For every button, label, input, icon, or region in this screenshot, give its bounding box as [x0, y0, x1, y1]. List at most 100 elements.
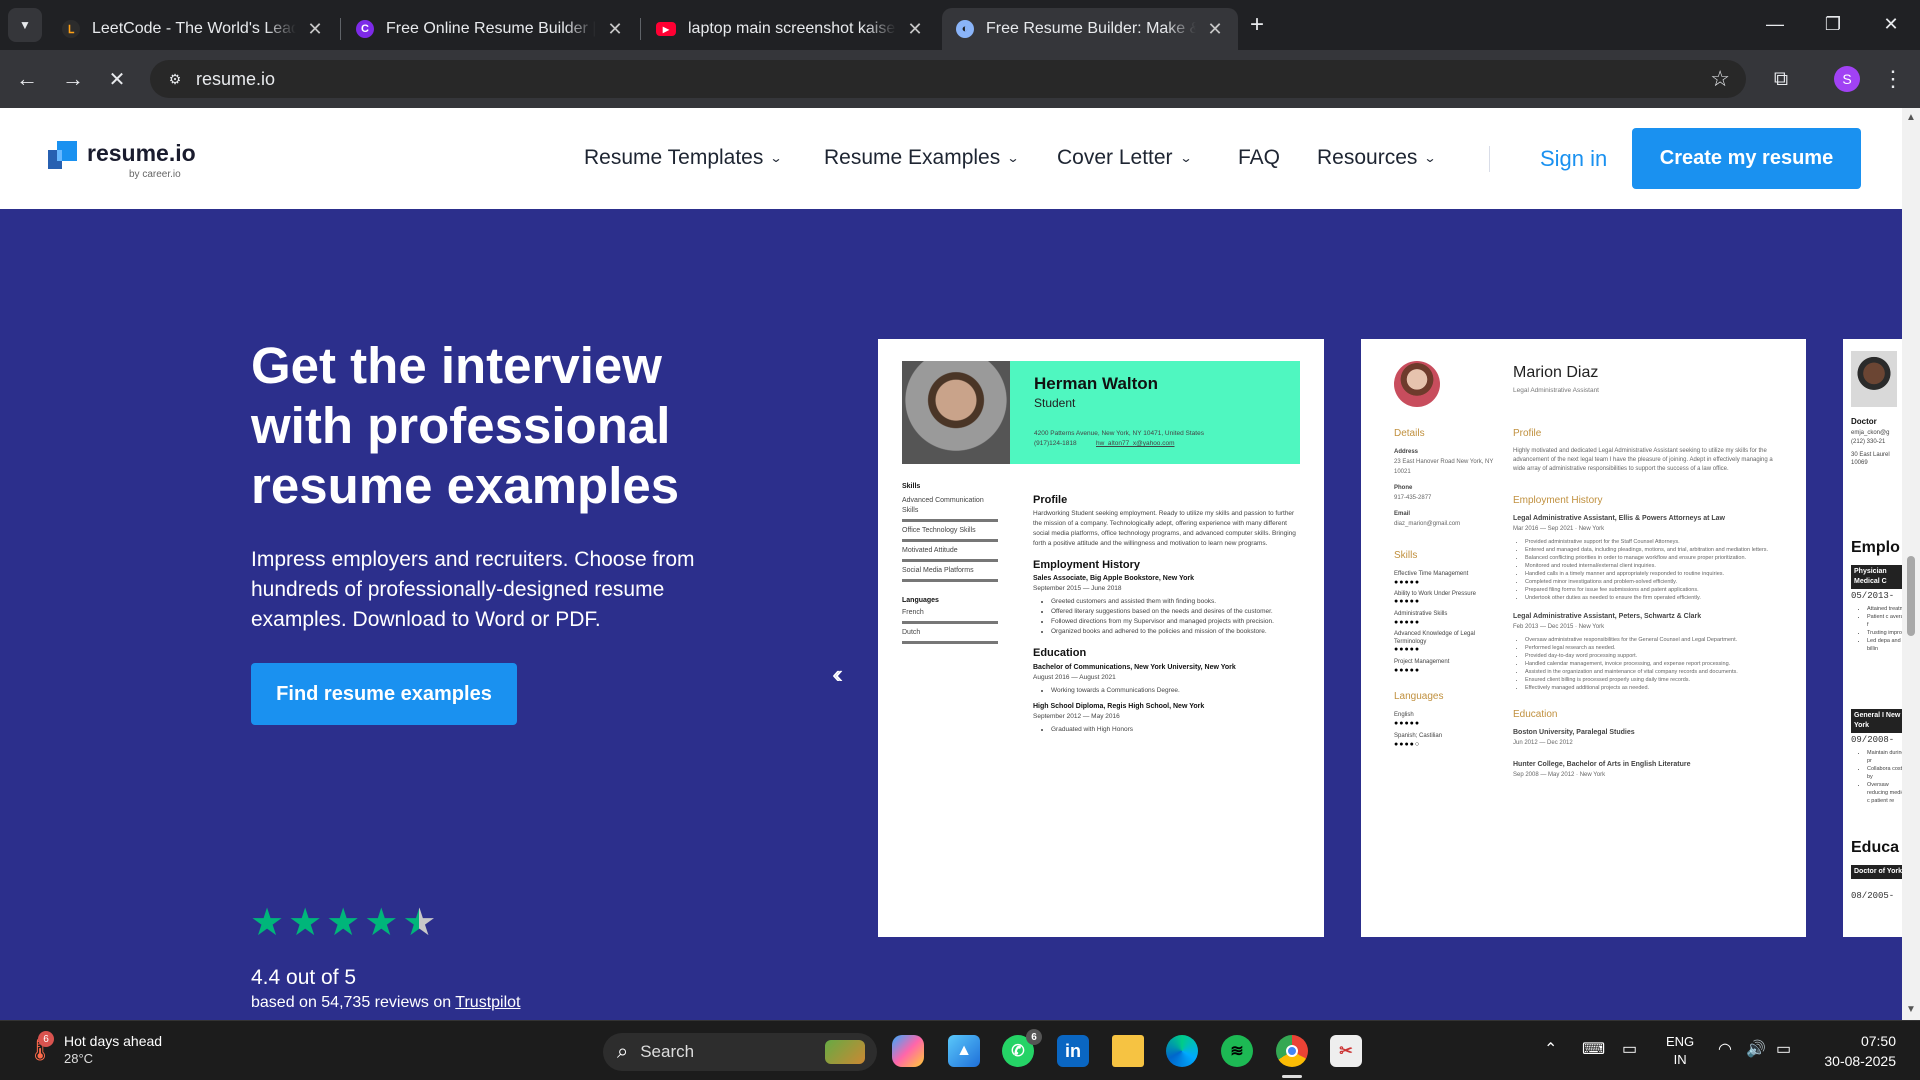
- bullet-item: Ensured client billing is processed prop…: [1525, 676, 1783, 684]
- bullet-item: Entered and managed data, including plea…: [1525, 546, 1783, 554]
- star-icon: ★: [288, 902, 323, 944]
- nav-cover-letter[interactable]: Cover Letter ⌄: [1057, 146, 1192, 170]
- sign-in-link[interactable]: Sign in: [1540, 146, 1607, 172]
- close-window-button[interactable]: ✕: [1862, 0, 1920, 48]
- copilot-icon[interactable]: [892, 1035, 924, 1067]
- tab-youtube[interactable]: ▶ laptop main screenshot kaise le ✕: [642, 8, 938, 50]
- taskbar-search-box[interactable]: ⌕ Search: [603, 1033, 877, 1071]
- skill-level-dots: ●●●●●: [1394, 667, 1421, 674]
- resume-card-marion-diaz[interactable]: Marion Diaz Legal Administrative Assista…: [1361, 339, 1806, 937]
- address-bar[interactable]: ⚙ resume.io ☆: [150, 60, 1746, 98]
- linkedin-icon[interactable]: in: [1057, 1035, 1089, 1067]
- bookmark-star-icon[interactable]: ☆: [1710, 66, 1730, 92]
- volume-icon[interactable]: 🔊: [1746, 1039, 1766, 1059]
- job-title: Legal Administrative Assistant, Ellis & …: [1513, 515, 1726, 522]
- close-icon[interactable]: ✕: [306, 19, 324, 40]
- nav-resume-examples[interactable]: Resume Examples ⌄: [824, 146, 1020, 170]
- close-icon[interactable]: ✕: [1206, 19, 1224, 40]
- skill-item: Ability to Work Under Pressure: [1394, 591, 1476, 597]
- job-location: New York: [1578, 624, 1605, 630]
- tab-resume-builder[interactable]: C Free Online Resume Builder | Ea ✕: [342, 8, 638, 50]
- bullet-item: Led depa and billin: [1867, 637, 1902, 653]
- webpage: resume.io by career.io Resume Templates ⌄…: [0, 108, 1902, 1020]
- nav-resume-templates[interactable]: Resume Templates ⌄: [584, 146, 783, 170]
- back-button[interactable]: ←: [10, 62, 44, 96]
- show-hidden-icons-icon[interactable]: ⌃: [1544, 1039, 1557, 1059]
- resume-email: hw_alton77_x@yahoo.com: [1096, 440, 1175, 447]
- site-info-icon[interactable]: ⚙: [164, 68, 186, 90]
- resume-card-herman-walton[interactable]: Herman Walton Student 4200 Patterns Aven…: [878, 339, 1324, 937]
- menu-icon[interactable]: ⋮: [1876, 62, 1910, 96]
- nav-resources[interactable]: Resources ⌄: [1317, 146, 1437, 170]
- photos-icon[interactable]: ▲: [948, 1035, 980, 1067]
- forward-button[interactable]: →: [56, 62, 90, 96]
- bullet-item: Collabora costs by: [1867, 765, 1902, 781]
- nav-faq[interactable]: FAQ: [1238, 146, 1280, 170]
- close-icon[interactable]: ✕: [906, 19, 924, 40]
- carousel-prev-icon[interactable]: ‹‹: [832, 659, 844, 690]
- windows-start-icon[interactable]: [555, 1035, 585, 1065]
- bullet-item: Monitored and routed internal/external c…: [1525, 562, 1783, 570]
- edu-dates: September 2012 — May 2016: [1033, 713, 1120, 720]
- weather-widget[interactable]: 🌡 6 Hot days ahead 28°C: [24, 1031, 184, 1071]
- chrome-icon[interactable]: [1276, 1035, 1308, 1067]
- chevron-down-icon: ⌄: [1006, 151, 1020, 165]
- wifi-icon[interactable]: ◠: [1718, 1039, 1732, 1059]
- edu-label: Doctor of York: [1851, 865, 1902, 879]
- scrollbar-thumb[interactable]: [1907, 556, 1915, 636]
- snipping-tool-icon[interactable]: ✂: [1330, 1035, 1362, 1067]
- skill-level-dots: ●●●●●: [1394, 579, 1421, 586]
- bullet-item: Performed legal research as needed.: [1525, 644, 1783, 652]
- create-resume-button[interactable]: Create my resume: [1632, 128, 1861, 189]
- job-dates-text: Feb 2013 — Dec 2015: [1513, 624, 1574, 630]
- close-icon[interactable]: ✕: [606, 19, 624, 40]
- keyboard-icon[interactable]: ⌨: [1582, 1039, 1605, 1059]
- clock-time: 07:50: [1860, 1033, 1896, 1049]
- search-icon: ⌕: [617, 1040, 629, 1063]
- language-item: Dutch: [902, 629, 921, 636]
- edge-icon[interactable]: [1166, 1035, 1198, 1067]
- minimize-button[interactable]: —: [1746, 0, 1804, 48]
- new-tab-button[interactable]: +: [1240, 8, 1274, 42]
- trustpilot-link[interactable]: Trustpilot: [455, 994, 520, 1011]
- restore-button[interactable]: ❐: [1804, 0, 1862, 48]
- skill-level-bar: [902, 559, 998, 562]
- profile-avatar[interactable]: S: [1830, 62, 1864, 96]
- active-app-indicator: [1282, 1075, 1302, 1078]
- logo-text[interactable]: resume.io: [87, 140, 196, 167]
- spotify-icon[interactable]: ≋: [1221, 1035, 1253, 1067]
- tab-separator: [640, 18, 641, 40]
- page-scrollbar[interactable]: ▲ ▼: [1902, 108, 1920, 1020]
- windows-taskbar: 🌡 6 Hot days ahead 28°C ⌕ Search ▲ ✆ 6 i…: [0, 1020, 1920, 1080]
- tab-search-button[interactable]: ▼: [8, 8, 42, 42]
- profile-text: Highly motivated and dedicated Legal Adm…: [1513, 448, 1773, 472]
- clock[interactable]: 07:50 30-08-2025: [1816, 1031, 1896, 1071]
- tab-leetcode[interactable]: ᒪ LeetCode - The World's Leading ✕: [48, 8, 338, 50]
- tab-resume-io[interactable]: ◐ Free Resume Builder: Make & D ✕: [942, 8, 1238, 50]
- stop-loading-button[interactable]: ✕: [100, 62, 134, 96]
- tab-separator: [340, 18, 341, 40]
- job-dates: 05/2013-: [1851, 591, 1895, 601]
- trustpilot-stars: ★ ★ ★ ★ ★: [250, 903, 440, 943]
- scroll-down-arrow-icon[interactable]: ▼: [1906, 1004, 1916, 1015]
- bullet-item: Offered literary suggestions based on th…: [1051, 607, 1303, 617]
- battery-icon[interactable]: ▭: [1776, 1039, 1791, 1059]
- scroll-up-arrow-icon[interactable]: ▲: [1906, 112, 1916, 123]
- email-value: diaz_marion@gmail.com: [1394, 521, 1461, 527]
- browser-toolbar: ← → ✕ ⚙ resume.io ☆ ⧉ S ⋮: [0, 50, 1920, 108]
- resume-io-logo-icon[interactable]: [48, 141, 78, 169]
- employment-heading: Employment History: [1513, 495, 1603, 506]
- file-explorer-icon[interactable]: [1112, 1035, 1144, 1067]
- language-item: Spanish; Castilian: [1394, 733, 1443, 739]
- language-indicator[interactable]: ENG IN: [1666, 1033, 1694, 1069]
- tablet-mode-icon[interactable]: ▭: [1622, 1039, 1637, 1059]
- whatsapp-icon[interactable]: ✆ 6: [1002, 1029, 1042, 1067]
- edu-title: Boston University, Paralegal Studies: [1513, 729, 1635, 736]
- extensions-icon[interactable]: ⧉: [1764, 62, 1798, 96]
- url-text[interactable]: resume.io: [196, 69, 275, 90]
- region-code: IN: [1673, 1052, 1687, 1067]
- find-resume-examples-button[interactable]: Find resume examples: [251, 663, 517, 725]
- edu-dates: 08/2005-: [1851, 891, 1895, 901]
- skill-level-dots: ●●●●●: [1394, 646, 1421, 653]
- resume-card-doctor[interactable]: Doctor emja_ckon@g (212) 330-21 30 East …: [1843, 339, 1902, 937]
